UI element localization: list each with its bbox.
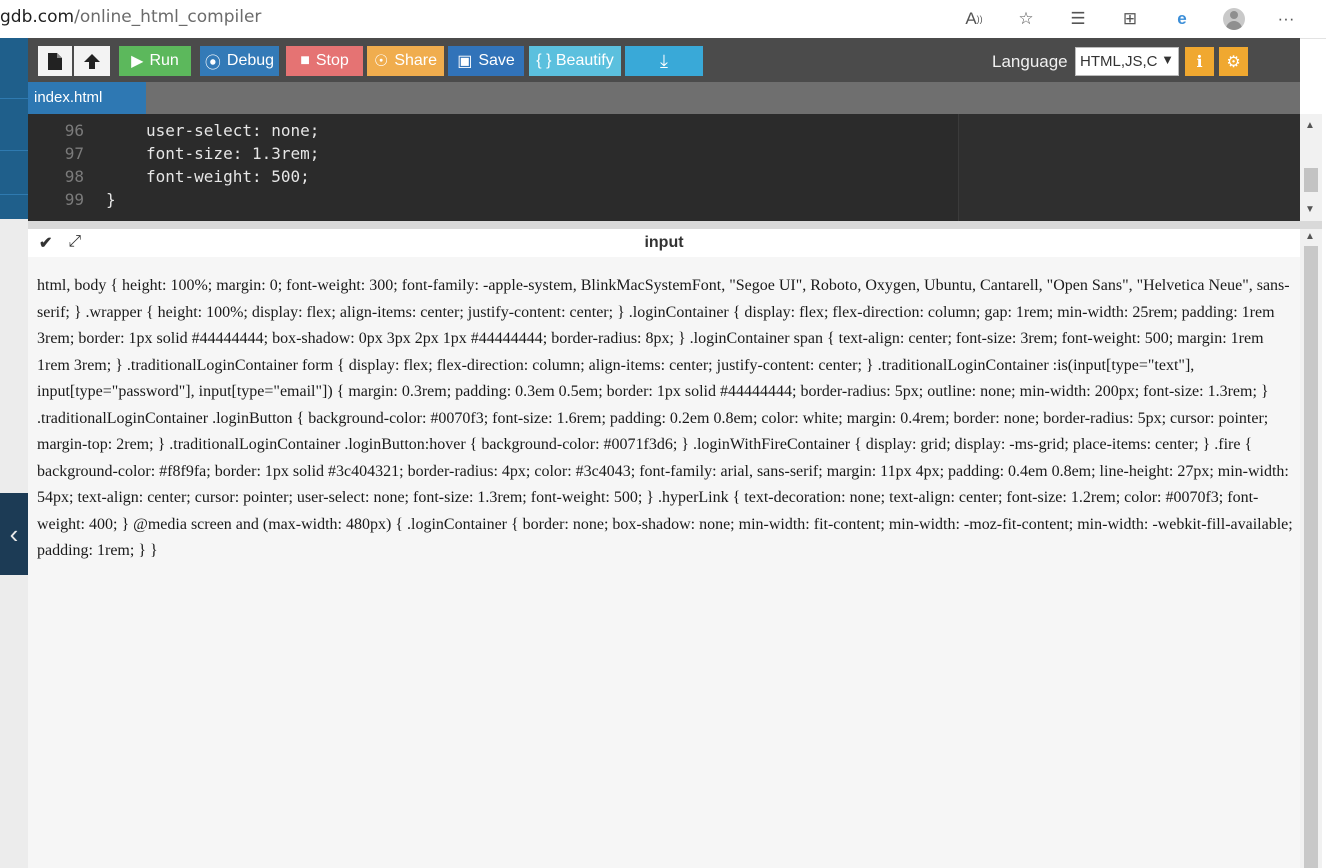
chevron-down-icon: ▼	[1161, 52, 1174, 67]
favorites-icon[interactable]: ☰	[1052, 4, 1104, 34]
avatar	[1223, 8, 1245, 30]
save-icon: ▣	[457, 53, 473, 70]
line-number: 97	[64, 144, 84, 163]
input-text: html, body { height: 100%; margin: 0; fo…	[37, 277, 1293, 559]
input-scrollbar-thumb[interactable]	[1304, 246, 1318, 868]
share-button[interactable]: ☉ Share	[367, 46, 444, 76]
share-label: Share	[394, 52, 438, 69]
sidebar-divider	[0, 98, 28, 99]
beautify-label: { } Beautify	[536, 52, 614, 69]
pane-resize-handle[interactable]	[28, 221, 1322, 229]
file-icon	[48, 52, 62, 70]
code-text: }	[106, 190, 116, 209]
save-label: Save	[478, 52, 515, 69]
sidebar-divider	[0, 150, 28, 151]
editor-scrollbar[interactable]: ▲ ▼	[1300, 114, 1322, 221]
save-button[interactable]: ▣ Save	[448, 46, 524, 76]
download-button[interactable]: ⤓	[625, 46, 703, 76]
upload-button[interactable]	[74, 46, 110, 76]
stop-icon: ■	[300, 52, 310, 69]
code-editor[interactable]: 96 user-select: none; 97 font-size: 1.3rem;…	[28, 114, 1300, 221]
code-text: font-weight: 500;	[146, 167, 310, 186]
code-text: font-size: 1.3rem;	[146, 144, 320, 163]
debug-button[interactable]: ⦿ Debug	[200, 46, 279, 76]
language-label: Language	[992, 52, 1068, 71]
input-area[interactable]: html, body { height: 100%; margin: 0; fo…	[28, 257, 1300, 868]
new-file-button[interactable]	[38, 46, 72, 76]
browser-toolbar-icons: A)) ☆ ☰ ⊞ e ···	[948, 4, 1312, 34]
browser-address-bar: gdb.com/online_html_compiler A)) ☆ ☰ ⊞ e…	[0, 0, 1326, 39]
stop-label: Stop	[315, 52, 349, 69]
more-icon[interactable]: ···	[1260, 4, 1312, 34]
favorite-add-icon[interactable]: ☆	[1000, 4, 1052, 34]
debug-label: Debug	[226, 52, 275, 69]
scroll-up-icon[interactable]: ▲	[1305, 231, 1315, 242]
collapse-sidebar-icon[interactable]: ‹	[0, 493, 28, 575]
share-icon: ☉	[373, 53, 389, 70]
url-host: gdb.com	[0, 7, 75, 27]
beautify-button[interactable]: { } Beautify	[529, 46, 621, 76]
language-value: HTML,JS,C	[1080, 53, 1158, 70]
download-icon: ⤓	[660, 50, 668, 71]
play-icon: ▶	[131, 53, 144, 70]
profile-icon[interactable]	[1208, 4, 1260, 34]
settings-button[interactable]: ⚙	[1219, 47, 1248, 76]
read-aloud-icon[interactable]: A))	[948, 4, 1000, 34]
scroll-down-icon[interactable]: ▼	[1305, 204, 1315, 215]
run-button[interactable]: ▶ Run	[119, 46, 191, 76]
io-title: input	[644, 234, 684, 251]
url-path: /online_html_compiler	[74, 7, 262, 27]
editor-scrollbar-thumb[interactable]	[1304, 168, 1318, 192]
line-number: 98	[64, 167, 84, 186]
io-header: ✔ ⤢ input	[28, 229, 1300, 257]
line-number: 96	[64, 121, 84, 140]
run-label: Run	[149, 52, 179, 69]
debug-icon: ⦿	[204, 55, 221, 72]
upload-icon	[84, 53, 100, 69]
info-button[interactable]: ℹ	[1185, 47, 1214, 76]
info-icon: ℹ	[1196, 53, 1203, 71]
scroll-up-icon[interactable]: ▲	[1305, 120, 1315, 131]
stop-button[interactable]: ■ Stop	[286, 46, 363, 76]
editor-side-panel	[958, 114, 1300, 221]
sidebar-divider	[0, 194, 28, 195]
left-sidebar-strip: ‹	[0, 38, 28, 868]
gear-icon: ⚙	[1226, 53, 1241, 71]
language-select[interactable]: HTML,JS,C ▼	[1075, 47, 1179, 76]
compiler-toolbar: ▶ Run ⦿ Debug ■ Stop ☉ Share ▣ Save { } Beaut…	[28, 38, 1300, 82]
file-tab-bar: index.html	[28, 82, 1300, 114]
tab-index-html[interactable]: index.html	[28, 82, 146, 114]
collections-icon[interactable]: ⊞	[1104, 4, 1156, 34]
input-scrollbar[interactable]: ▲	[1300, 229, 1322, 868]
edge-extension-icon[interactable]: e	[1156, 4, 1208, 34]
url-field[interactable]: gdb.com/online_html_compiler	[0, 7, 261, 27]
code-text: user-select: none;	[146, 121, 320, 140]
line-number: 99	[64, 190, 84, 209]
